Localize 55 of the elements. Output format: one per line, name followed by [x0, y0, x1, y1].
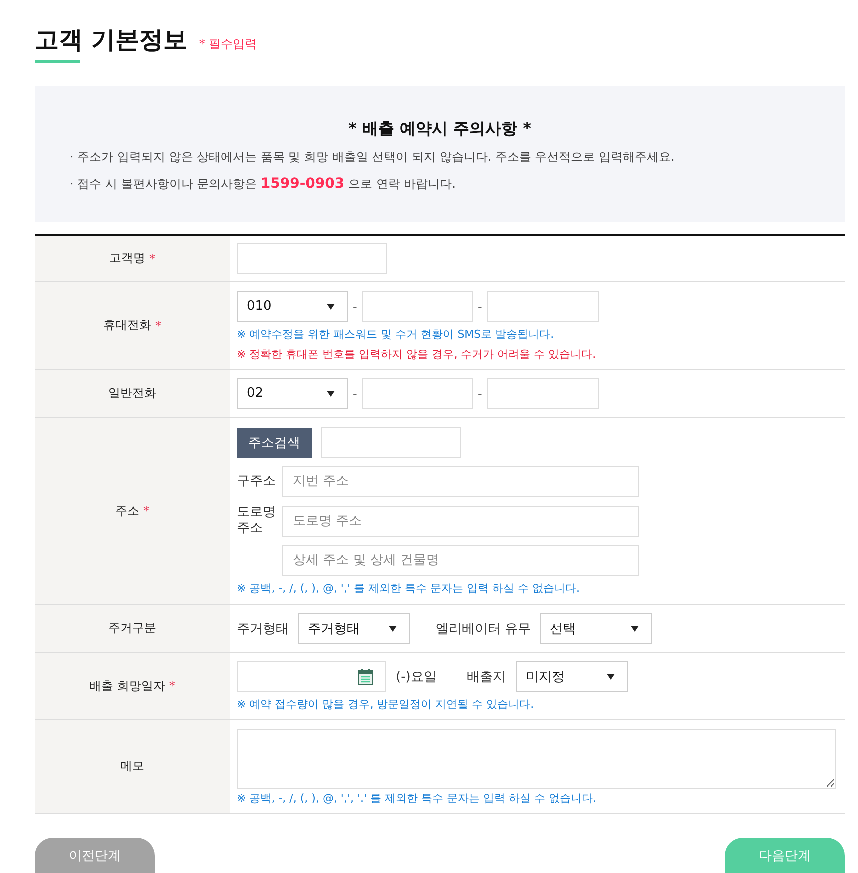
required-mark: *: [156, 318, 162, 332]
dash-separator: -: [353, 386, 357, 400]
field-label: 고객명: [110, 250, 146, 267]
help-note: ※ 예약수정을 위한 패스워드 및 수거 현황이 SMS로 발송됩니다.: [237, 327, 556, 343]
option-label: 주거형태: [237, 620, 289, 638]
notice-title: * 배출 예약시 주의사항 *: [347, 118, 532, 140]
phone-field[interactable]: [487, 378, 599, 409]
address-field[interactable]: 도로명 주소: [282, 506, 639, 536]
notice-text: · 주소가 입력되지 않은 상태에서는 품목 및 희망 배출일 선택이 되지 않습니다. 주소를 우선적으로 입력해주세요.: [70, 149, 676, 166]
calendar-icon[interactable]: [358, 668, 373, 684]
address-search-button[interactable]: 주소검색: [237, 428, 312, 458]
help-note: ※ 공백, -, /, (, ), @, ',', '.' 를 제외한 특수 문자는 입력 하실 수 없습니다.: [237, 791, 598, 807]
address-label: 도로명 주소: [237, 505, 277, 537]
caret-icon: [389, 626, 397, 632]
required-mark: *: [150, 252, 156, 266]
address-field[interactable]: 지번 주소: [282, 466, 639, 497]
field-label: 주소: [116, 502, 140, 520]
phone-field[interactable]: [362, 378, 473, 409]
phone-field[interactable]: [362, 291, 473, 322]
caret-icon: [631, 626, 640, 632]
required-mark: *: [169, 679, 176, 693]
name-field[interactable]: [237, 243, 387, 274]
memo-field[interactable]: [237, 729, 836, 789]
dropdown-select[interactable]: 주거형태: [298, 613, 410, 644]
dropdown-select[interactable]: 010: [237, 291, 348, 322]
dash-separator: -: [478, 300, 482, 314]
weekday-label: (-)요일: [396, 668, 437, 686]
required-mark: *: [144, 504, 150, 518]
title-underline: [35, 60, 80, 63]
caret-icon: [327, 390, 335, 396]
field-label: 휴대전화: [104, 317, 152, 334]
address-field[interactable]: 상세 주소 및 상세 건물명: [282, 545, 639, 576]
field-label: 주거구분: [108, 620, 156, 637]
help-note: ※ 공백, -, /, (, ), @, ',' 를 제외한 특수 문자는 입력 하실 수 없습니다.: [237, 581, 581, 597]
place-label: 배출지: [466, 668, 506, 686]
notice-text: · 접수 시 불편사항이나 문의사항은 1599-0903 으로 연락 바랍니다.: [70, 175, 457, 194]
field-label: 배출 희망일자: [90, 678, 166, 694]
dropdown-select[interactable]: 미지정: [516, 661, 628, 692]
page-title: 고객 기본정보: [35, 25, 188, 56]
help-note: ※ 정확한 휴대폰 번호를 입력하지 않을 경우, 수거가 어려울 수 있습니다.: [237, 347, 598, 363]
date-field[interactable]: [237, 661, 386, 692]
dropdown-select[interactable]: 02: [237, 378, 348, 409]
field-label: 일반전화: [108, 385, 156, 402]
zipcode-field[interactable]: [321, 427, 461, 458]
address-label: 구주소: [237, 474, 277, 490]
option-label: 엘리베이터 유무: [436, 620, 532, 638]
phone-field[interactable]: [487, 291, 599, 322]
field-label: 메모: [120, 758, 144, 775]
dash-separator: -: [478, 386, 482, 400]
help-note: ※ 예약 접수량이 많을 경우, 방문일정이 지연될 수 있습니다.: [237, 697, 536, 713]
required-note: * 필수입력: [199, 36, 258, 53]
dash-separator: -: [353, 300, 357, 314]
dropdown-select[interactable]: 선택: [540, 613, 652, 644]
caret-icon: [606, 674, 615, 680]
caret-icon: [327, 304, 335, 310]
